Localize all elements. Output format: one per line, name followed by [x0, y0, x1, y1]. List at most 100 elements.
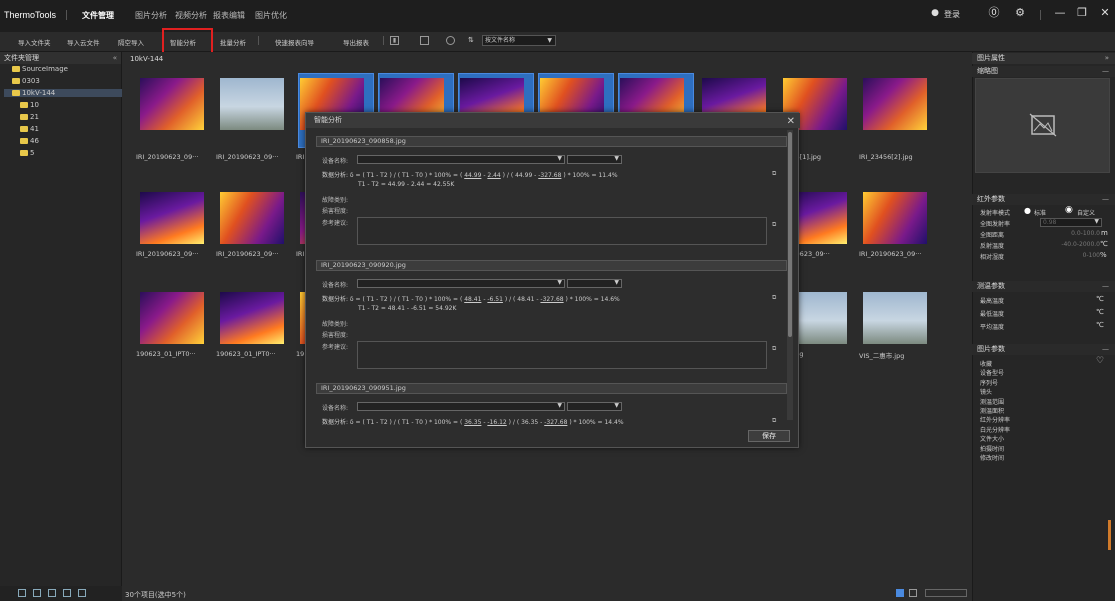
sort-icon[interactable]: ⇅: [468, 36, 474, 44]
tab-video-analysis[interactable]: 视频分析: [175, 10, 207, 21]
collapse-icon[interactable]: —: [1102, 194, 1109, 205]
device-name-select[interactable]: ▼: [357, 402, 565, 411]
collapse-icon[interactable]: «: [113, 52, 117, 64]
air-import-button[interactable]: 隔空导入: [118, 37, 144, 47]
formula-t1-value[interactable]: 44.99: [464, 172, 481, 179]
tab-image-optimize[interactable]: 图片优化: [255, 10, 287, 21]
thumbnail-section-title: 缩略图: [977, 67, 998, 75]
device-part-select[interactable]: ▼: [567, 402, 622, 411]
tree-item-21[interactable]: 21: [20, 113, 39, 121]
formula-t0-value[interactable]: -327.68: [544, 419, 567, 426]
copy-icon[interactable]: ⧉: [772, 294, 776, 302]
advice-textarea[interactable]: [357, 217, 767, 245]
heart-icon[interactable]: ♡: [1096, 356, 1104, 366]
location-icon[interactable]: [446, 36, 455, 45]
login-link[interactable]: 登录: [944, 9, 960, 20]
divider: [1040, 10, 1041, 20]
copy-icon[interactable]: ⧉: [772, 221, 776, 229]
thumbnail-image[interactable]: [140, 78, 204, 130]
thumbnail-image[interactable]: [220, 192, 284, 244]
thumbnail-image[interactable]: [220, 292, 284, 344]
thumbnail-image[interactable]: [863, 78, 927, 130]
device-name-select[interactable]: ▼: [357, 279, 565, 288]
copy-icon[interactable]: ⧉: [772, 345, 776, 353]
tree-item-10kv-144[interactable]: 10kV-144: [4, 89, 122, 97]
help-icon[interactable]: ⓪: [987, 6, 1001, 20]
checkbox-icon[interactable]: [420, 36, 429, 45]
record-file-header: IRI_20190623_090920.jpg: [316, 260, 787, 271]
close-window-icon[interactable]: ✕: [1098, 6, 1112, 20]
formula-t1-value[interactable]: 48.41: [464, 296, 481, 303]
minimize-icon[interactable]: —: [1053, 6, 1067, 20]
tab-file-management[interactable]: 文件管理: [82, 10, 114, 21]
thumbnail-image[interactable]: [863, 192, 927, 244]
tree-item-0303[interactable]: 0303: [12, 77, 40, 85]
tab-report-editor[interactable]: 报表编辑: [213, 10, 245, 21]
radio-custom-icon[interactable]: ◉: [1065, 205, 1073, 215]
thumbnail-image[interactable]: [220, 78, 284, 130]
list-view-icon[interactable]: [909, 589, 917, 597]
settings-icon[interactable]: ⚙: [1013, 6, 1027, 20]
trash-icon[interactable]: [78, 589, 86, 597]
dialog-title-bar: 智能分析 ✕: [306, 113, 800, 128]
image-param-label: 文件大小: [980, 436, 1005, 444]
advice-label: 参考建议:: [322, 344, 349, 351]
formula-t2-value[interactable]: 2.44: [487, 172, 500, 179]
thumbnail-image[interactable]: [140, 292, 204, 344]
record-file-header: IRI_20190623_090951.jpg: [316, 383, 787, 394]
thumbnail-label: 19: [296, 350, 305, 358]
device-part-select[interactable]: ▼: [567, 155, 622, 164]
sort-select[interactable]: 按文件名称 ▼: [482, 35, 556, 46]
tree-item-5[interactable]: 5: [20, 149, 34, 157]
expand-icon[interactable]: »: [1105, 53, 1109, 64]
quick-report-wizard-button[interactable]: 快速报表向导: [275, 37, 314, 47]
close-icon[interactable]: ✕: [787, 114, 795, 129]
export-report-button[interactable]: 导出报表: [343, 37, 369, 47]
device-part-select[interactable]: ▼: [567, 279, 622, 288]
refresh-icon[interactable]: [63, 589, 71, 597]
advice-textarea[interactable]: [357, 341, 767, 369]
restore-icon[interactable]: ❐: [1075, 6, 1089, 20]
tree-item-46[interactable]: 46: [20, 137, 39, 145]
collapse-icon[interactable]: —: [1102, 281, 1109, 292]
dialog-scrollbar-thumb[interactable]: [788, 132, 792, 337]
thumbnail-label: IRI_20190623_09···: [216, 250, 279, 258]
tree-item-10[interactable]: 10: [20, 101, 39, 109]
grid-view-icon[interactable]: [896, 589, 904, 597]
device-name-select[interactable]: ▼: [357, 155, 565, 164]
add-folder-icon[interactable]: [33, 589, 41, 597]
monitor-icon[interactable]: [18, 589, 26, 597]
tree-item-41[interactable]: 41: [20, 125, 39, 133]
zoom-slider[interactable]: [925, 589, 967, 597]
copy-icon[interactable]: ⧉: [772, 417, 776, 425]
thumbnail-image[interactable]: [863, 292, 927, 344]
thumbnail-image[interactable]: [140, 192, 204, 244]
radio-standard-icon[interactable]: ●: [1024, 206, 1031, 215]
folder-icon[interactable]: [48, 589, 56, 597]
image-param-label: 白光分辨率: [980, 426, 1011, 434]
save-button[interactable]: 保存: [748, 430, 790, 442]
layout-icon[interactable]: ▮: [390, 36, 399, 45]
tab-image-analysis[interactable]: 图片分析: [135, 10, 167, 21]
formula-t2-value[interactable]: -6.51: [487, 296, 503, 303]
scrollbar[interactable]: [1108, 520, 1111, 550]
emissivity-input[interactable]: 0.98 ▼: [1040, 218, 1102, 227]
import-cloud-button[interactable]: 导入云文件: [67, 37, 100, 47]
formula-t0-value[interactable]: -327.68: [538, 172, 561, 179]
analysis-formula: 数据分析: δ = ( T1 - T2 ) / ( T1 - T0 ) * 10…: [322, 294, 620, 303]
batch-analysis-button[interactable]: 批量分析: [220, 37, 246, 47]
collapse-icon[interactable]: —: [1102, 66, 1109, 77]
reflected-temp-label: 反射温度: [980, 243, 1005, 250]
formula-t1-value[interactable]: 36.35: [464, 419, 481, 426]
copy-icon[interactable]: ⧉: [772, 170, 776, 178]
tree-item-sourceimage[interactable]: SourceImage: [12, 65, 68, 73]
collapse-icon[interactable]: —: [1102, 344, 1109, 355]
user-icon[interactable]: ●: [928, 6, 942, 20]
dialog-title: 智能分析: [314, 116, 342, 124]
avg-temp-label: 平均温度: [980, 324, 1005, 331]
formula-t2-value[interactable]: -16.12: [487, 419, 506, 426]
folder-panel-header: 文件夹管理 «: [0, 52, 121, 64]
import-folder-button[interactable]: 导入文件夹: [18, 37, 51, 47]
formula-t0-value[interactable]: -327.68: [540, 296, 563, 303]
thumbnail-label: 190623_01_IPT0···: [136, 350, 196, 358]
